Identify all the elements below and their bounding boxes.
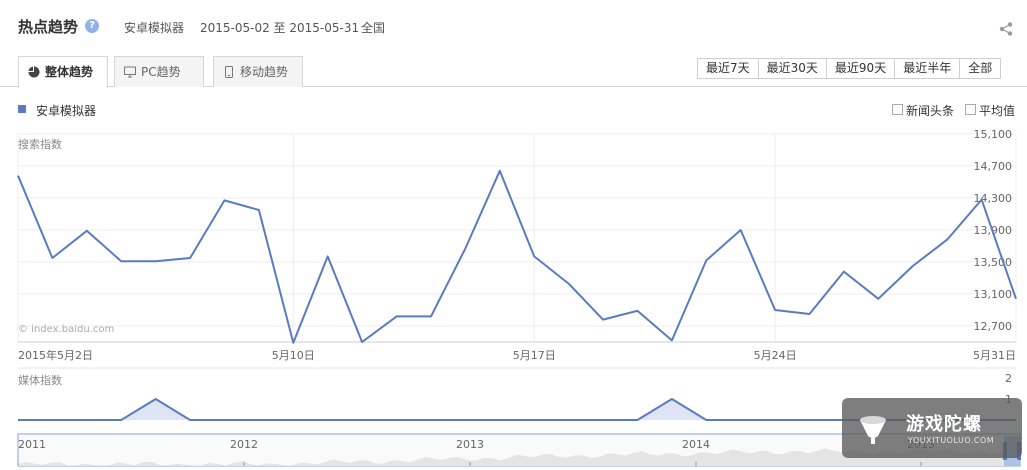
range-all-button[interactable]: 全部: [960, 59, 1001, 78]
legend-color-swatch: [18, 105, 26, 113]
news-checkbox[interactable]: [892, 104, 903, 115]
y-tick-label: 12,700: [974, 320, 1013, 333]
y-tick-label: 13,100: [974, 288, 1013, 301]
overview-year-label: 2012: [230, 438, 258, 451]
brand-name: 游戏陀螺: [906, 414, 982, 435]
x-tick-label: 2015年5月2日: [18, 348, 93, 362]
tab-label: 整体趋势: [45, 65, 94, 79]
range-7-days-button[interactable]: 最近7天: [698, 59, 759, 78]
x-tick-label: 5月10日: [272, 349, 315, 362]
tab-label: PC趋势: [141, 65, 181, 79]
y-tick-label: 13,500: [974, 256, 1013, 269]
tab-mobile-trend[interactable]: 移动趋势: [213, 56, 303, 87]
brand-logo: 游戏陀螺 YOUXITUOLUO.COM: [842, 398, 1022, 458]
monitor-icon: [124, 66, 136, 78]
time-range-selector: 最近7天 最近30天 最近90天 最近半年 全部: [697, 58, 1002, 79]
page-title: 热点趋势: [18, 18, 79, 36]
region-label: 全国: [361, 21, 386, 35]
x-tick-label: 5月17日: [513, 349, 556, 362]
range-30-days-button[interactable]: 最近30天: [758, 59, 827, 78]
grid-lines: 15,10014,70014,30013,90013,50013,10012,7…: [17, 130, 1017, 406]
overview-year-label: 2013: [456, 438, 484, 451]
range-90-days-button[interactable]: 最近90天: [826, 59, 896, 78]
x-tick-label: 5月31日: [973, 349, 1016, 362]
watermark-text: © index.baidu.com: [18, 324, 114, 335]
pie-chart-icon: [28, 66, 40, 78]
search-index-plot: [17, 169, 1017, 344]
spinning-top-icon: [860, 416, 886, 444]
header: 热点趋势 ? 安卓模拟器 2015-05-02 至 2015-05-31 全国: [0, 0, 1027, 56]
media-y-tick-label: 2: [1005, 372, 1012, 385]
help-icon[interactable]: ?: [85, 19, 99, 33]
brand-url: YOUXITUOLUO.COM: [908, 436, 995, 445]
tab-pc-trend[interactable]: PC趋势: [114, 56, 204, 87]
y-tick-label: 14,700: [974, 160, 1013, 173]
overview-year-label: 2014: [682, 438, 710, 451]
news-option-label: 新闻头条: [906, 104, 955, 118]
y-tick-label: 15,100: [974, 130, 1013, 141]
search-index-title: 搜索指数: [18, 137, 62, 151]
date-range: 2015-05-02 至 2015-05-31: [200, 21, 360, 35]
tab-label: 移动趋势: [240, 65, 289, 79]
tab-overall-trend[interactable]: 整体趋势: [18, 56, 108, 88]
overview-year-label: 2011: [18, 438, 46, 451]
mobile-phone-icon: [225, 66, 233, 78]
average-option-label: 平均值: [979, 104, 1016, 118]
average-checkbox[interactable]: [965, 104, 976, 115]
share-icon[interactable]: [999, 22, 1013, 36]
legend-series-label: 安卓模拟器: [36, 104, 97, 118]
keyword-label: 安卓模拟器: [124, 21, 185, 35]
x-tick-label: 5月24日: [754, 349, 797, 362]
search-index-line: [17, 169, 1017, 344]
media-index-title: 媒体指数: [18, 373, 62, 387]
range-half-year-button[interactable]: 最近半年: [895, 59, 961, 78]
